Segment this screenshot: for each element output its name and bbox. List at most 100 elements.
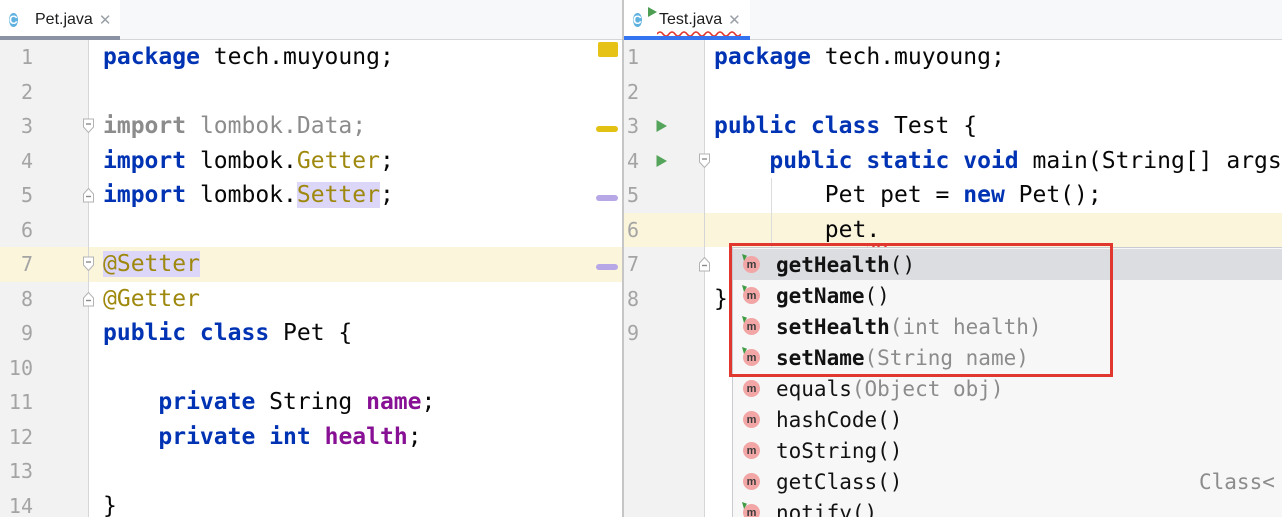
- code-line[interactable]: 3import lombok.Data;: [0, 109, 622, 144]
- code-line[interactable]: 7@Setter: [0, 247, 622, 282]
- inspection-status-square[interactable]: [598, 42, 618, 57]
- fold-collapse-icon[interactable]: [81, 118, 96, 135]
- code-line[interactable]: 6 pet.: [624, 213, 1282, 248]
- code-text[interactable]: package tech.muyoung;: [103, 40, 394, 75]
- class-icon-letter: C: [633, 13, 642, 27]
- code-text[interactable]: public static void main(String[] args: [714, 144, 1282, 179]
- code-text[interactable]: }: [714, 282, 728, 317]
- code-editor-test[interactable]: mgetHealth()mgetName()msetHealth(int hea…: [624, 40, 1282, 517]
- completion-item-setHealth[interactable]: msetHealth(int health): [733, 311, 1282, 342]
- method-params: (): [852, 501, 877, 517]
- tab-bar-right: C Test.java ✕: [624, 0, 1282, 40]
- code-line[interactable]: 8@Getter: [0, 282, 622, 317]
- token: }: [714, 286, 728, 312]
- method-params: (Object obj): [852, 377, 1004, 401]
- token: @Getter: [103, 286, 200, 312]
- method-icon: m: [743, 504, 760, 517]
- token: ;: [408, 424, 422, 450]
- code-text[interactable]: import lombok.Getter;: [103, 144, 394, 179]
- completion-item-toString[interactable]: mtoString(): [733, 435, 1282, 466]
- fold-collapse-icon[interactable]: [697, 152, 712, 169]
- code-editor-pet[interactable]: 1package tech.muyoung;23import lombok.Da…: [0, 40, 622, 517]
- completion-item-equals[interactable]: mequals(Object obj): [733, 373, 1282, 404]
- token: @Setter: [103, 251, 200, 277]
- code-line[interactable]: 13: [0, 454, 622, 489]
- error-stripe-mark[interactable]: [596, 264, 618, 270]
- token: public class: [103, 320, 269, 346]
- completion-item-notify[interactable]: m notify(): [733, 497, 1282, 517]
- token: tech.muyoung;: [200, 44, 394, 70]
- error-stripe: [595, 40, 619, 517]
- tab-title: Pet.java: [35, 11, 93, 29]
- error-stripe-mark[interactable]: [596, 195, 618, 201]
- code-line[interactable]: 3public class Test {: [624, 109, 1282, 144]
- token: new: [963, 182, 1005, 208]
- code-text[interactable]: pet.: [714, 213, 880, 248]
- code-text[interactable]: public class Test {: [714, 109, 977, 144]
- line-number: 4: [0, 144, 33, 179]
- ide-window: C Pet.java ✕ 1package tech.muyoung;23imp…: [0, 0, 1282, 517]
- code-text[interactable]: Pet pet = new Pet();: [714, 178, 1102, 213]
- code-line[interactable]: 4 public static void main(String[] args: [624, 144, 1282, 179]
- code-line[interactable]: 1 package tech.muyoung;: [624, 40, 1282, 75]
- code-line[interactable]: 6: [0, 213, 622, 248]
- code-text[interactable]: @Getter: [103, 282, 200, 317]
- code-text[interactable]: import lombok.Setter;: [103, 178, 394, 213]
- completion-item-getClass[interactable]: mgetClass()Class<: [733, 466, 1282, 497]
- code-text[interactable]: private String name;: [103, 385, 435, 420]
- line-number: 1: [624, 40, 639, 75]
- completion-item-setName[interactable]: msetName(String name): [733, 342, 1282, 373]
- token: ;: [380, 182, 394, 208]
- method-params: (String name): [865, 346, 1029, 370]
- method-params: (int health): [890, 315, 1042, 339]
- code-line[interactable]: 5import lombok.Setter;: [0, 178, 622, 213]
- method-name: setHealth: [776, 315, 890, 339]
- code-text[interactable]: }: [103, 489, 117, 517]
- code-line[interactable]: 10: [0, 351, 622, 386]
- fold-expand-icon[interactable]: [81, 187, 96, 204]
- completion-item-hashCode[interactable]: mhashCode(): [733, 404, 1282, 435]
- code-line[interactable]: 2: [0, 75, 622, 110]
- code-text[interactable]: package tech.muyoung;: [714, 40, 1005, 75]
- close-icon[interactable]: ✕: [99, 13, 112, 28]
- code-text[interactable]: import lombok.Data;: [103, 109, 366, 144]
- fold-expand-icon[interactable]: [81, 290, 96, 307]
- tab-pet-java[interactable]: C Pet.java ✕: [0, 0, 120, 40]
- class-icon: C: [9, 10, 29, 30]
- line-number: 12: [0, 420, 33, 455]
- run-overlay-icon: [648, 7, 657, 17]
- fold-expand-icon[interactable]: [697, 256, 712, 273]
- code-line[interactable]: 1package tech.muyoung;: [0, 40, 622, 75]
- method-name: notify: [776, 501, 852, 517]
- generated-badge: [742, 347, 747, 354]
- code-line[interactable]: 4 import lombok.Getter;: [0, 144, 622, 179]
- token: health: [325, 424, 408, 450]
- method-params: (): [877, 470, 902, 494]
- method-icon: m: [743, 442, 760, 459]
- close-icon[interactable]: ✕: [728, 13, 741, 28]
- code-text[interactable]: private int health;: [103, 420, 422, 455]
- completion-item-getName[interactable]: mgetName(): [733, 280, 1282, 311]
- code-text[interactable]: @Setter: [103, 247, 200, 282]
- run-icon[interactable]: [655, 154, 668, 168]
- token: lombok.Data;: [186, 113, 366, 139]
- method-name: getName: [776, 284, 865, 308]
- token: String: [255, 389, 366, 415]
- token: package: [103, 44, 200, 70]
- code-line[interactable]: 12 private int health;: [0, 420, 622, 455]
- token: [311, 424, 325, 450]
- error-stripe-mark[interactable]: [596, 126, 618, 132]
- code-line[interactable]: 9 public class Pet {: [0, 316, 622, 351]
- code-line[interactable]: 14}: [0, 489, 622, 517]
- line-number: 9: [0, 316, 33, 351]
- code-line[interactable]: 11 private String name;: [0, 385, 622, 420]
- return-type: Class<: [1199, 470, 1275, 494]
- code-text[interactable]: public class Pet {: [103, 316, 352, 351]
- code-line[interactable]: 2: [624, 75, 1282, 110]
- completion-item-getHealth[interactable]: mgetHealth(): [733, 249, 1282, 280]
- run-icon[interactable]: [655, 119, 668, 133]
- tab-bar-left: C Pet.java ✕: [0, 0, 622, 40]
- completion-popup: mgetHealth()mgetName()msetHealth(int hea…: [732, 247, 1282, 517]
- fold-collapse-icon[interactable]: [81, 256, 96, 273]
- code-line[interactable]: 5 Pet pet = new Pet();: [624, 178, 1282, 213]
